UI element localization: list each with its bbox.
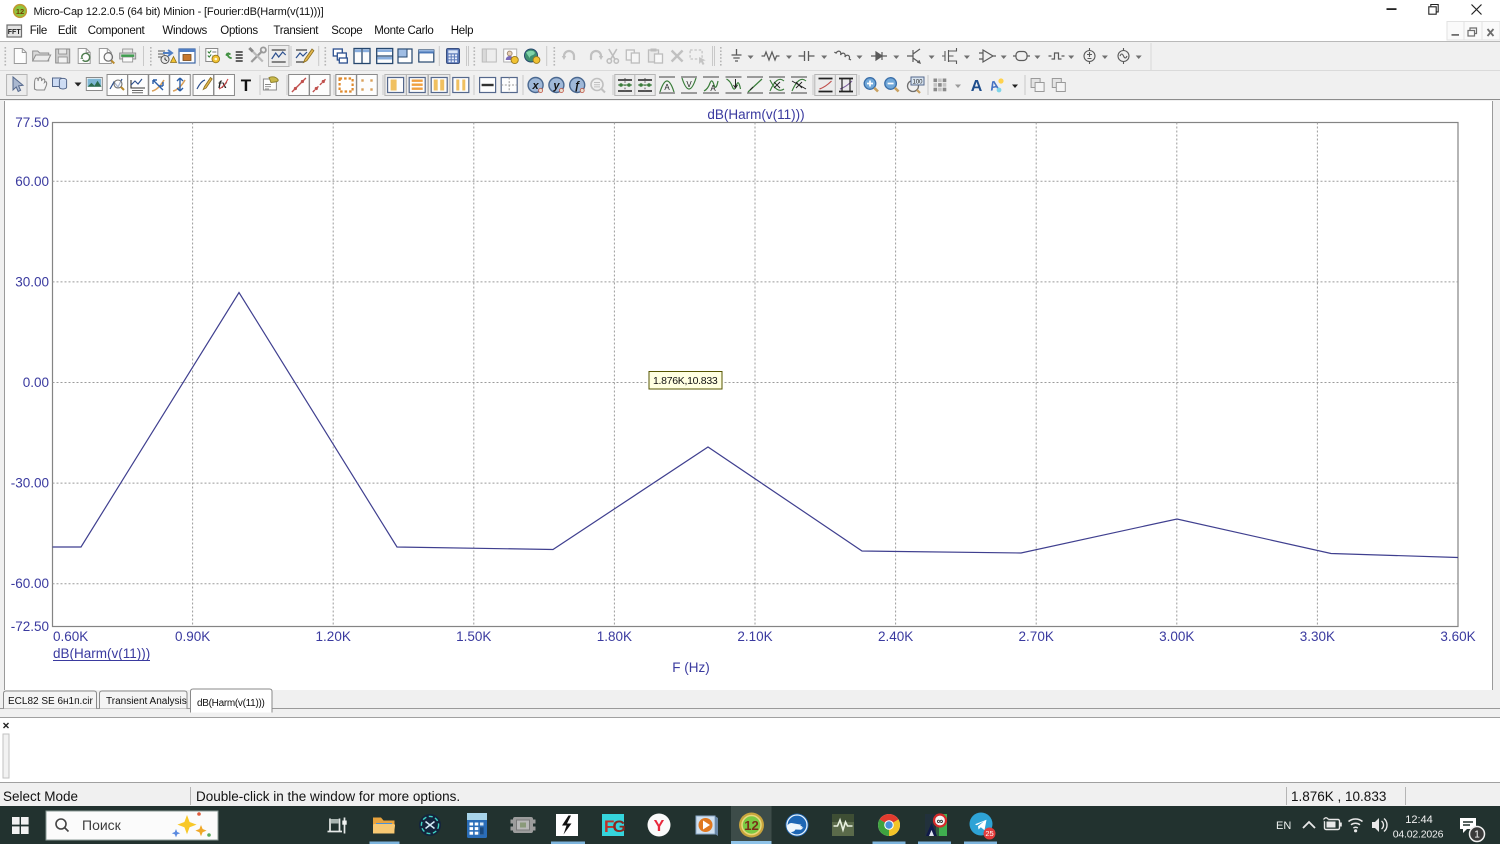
svg-text:A: A [664, 83, 670, 92]
svg-text:12:44: 12:44 [1405, 814, 1433, 826]
svg-text:1: 1 [1474, 830, 1480, 841]
svg-text:Double-click in the window for: Double-click in the window for more opti… [196, 789, 460, 804]
svg-text:1.20K: 1.20K [316, 629, 351, 644]
svg-text:Transient Analysis: Transient Analysis [106, 696, 187, 707]
svg-text:-30.00: -30.00 [11, 476, 49, 491]
svg-text:2.40K: 2.40K [878, 629, 913, 644]
svg-text:T: T [241, 76, 252, 95]
svg-text:Select Mode: Select Mode [3, 789, 78, 804]
svg-text:100: 100 [912, 80, 923, 86]
svg-text:77.50: 77.50 [15, 115, 49, 130]
svg-text:G: G [613, 817, 626, 836]
svg-text:2.10K: 2.10K [737, 629, 772, 644]
svg-text:-60.00: -60.00 [11, 576, 49, 591]
svg-text:25: 25 [985, 829, 993, 838]
svg-text:1.876K,10.833: 1.876K,10.833 [653, 375, 718, 387]
svg-text:60.00: 60.00 [15, 174, 49, 189]
svg-text:2.70K: 2.70K [1019, 629, 1054, 644]
svg-text:A: A [971, 78, 983, 95]
svg-text:EN: EN [1276, 820, 1291, 832]
svg-text:A: A [710, 84, 716, 93]
svg-text:dB(Harm(v(11))): dB(Harm(v(11))) [53, 646, 150, 661]
svg-text:Поиск: Поиск [82, 817, 122, 833]
svg-text:1.876K , 10.833: 1.876K , 10.833 [1291, 789, 1386, 804]
svg-text:3.30K: 3.30K [1300, 629, 1335, 644]
svg-text:12: 12 [744, 818, 758, 833]
svg-text:1.80K: 1.80K [597, 629, 632, 644]
svg-text:-72.50: -72.50 [11, 619, 49, 634]
svg-text:1.50K: 1.50K [456, 629, 491, 644]
svg-text:ECL82 SE 6н1п.cir: ECL82 SE 6н1п.cir [8, 696, 94, 707]
svg-text:∞: ∞ [937, 816, 944, 826]
svg-text:F (Hz): F (Hz) [672, 660, 710, 675]
svg-text:dB(Harm(v(11))): dB(Harm(v(11))) [707, 107, 804, 122]
svg-text:0.90K: 0.90K [175, 629, 210, 644]
svg-text:0.00: 0.00 [23, 375, 49, 390]
svg-text:3.00K: 3.00K [1159, 629, 1194, 644]
svg-text:dB(Harm(v(11))): dB(Harm(v(11))) [197, 698, 265, 709]
svg-text:Y: Y [654, 818, 665, 835]
svg-text:04.02.2026: 04.02.2026 [1393, 829, 1444, 841]
svg-text:0.60K: 0.60K [53, 629, 88, 644]
svg-text:3.60K: 3.60K [1440, 629, 1475, 644]
svg-text:ƒ: ƒ [574, 80, 580, 92]
svg-text:30.00: 30.00 [15, 274, 49, 289]
svg-text:V: V [686, 80, 692, 89]
